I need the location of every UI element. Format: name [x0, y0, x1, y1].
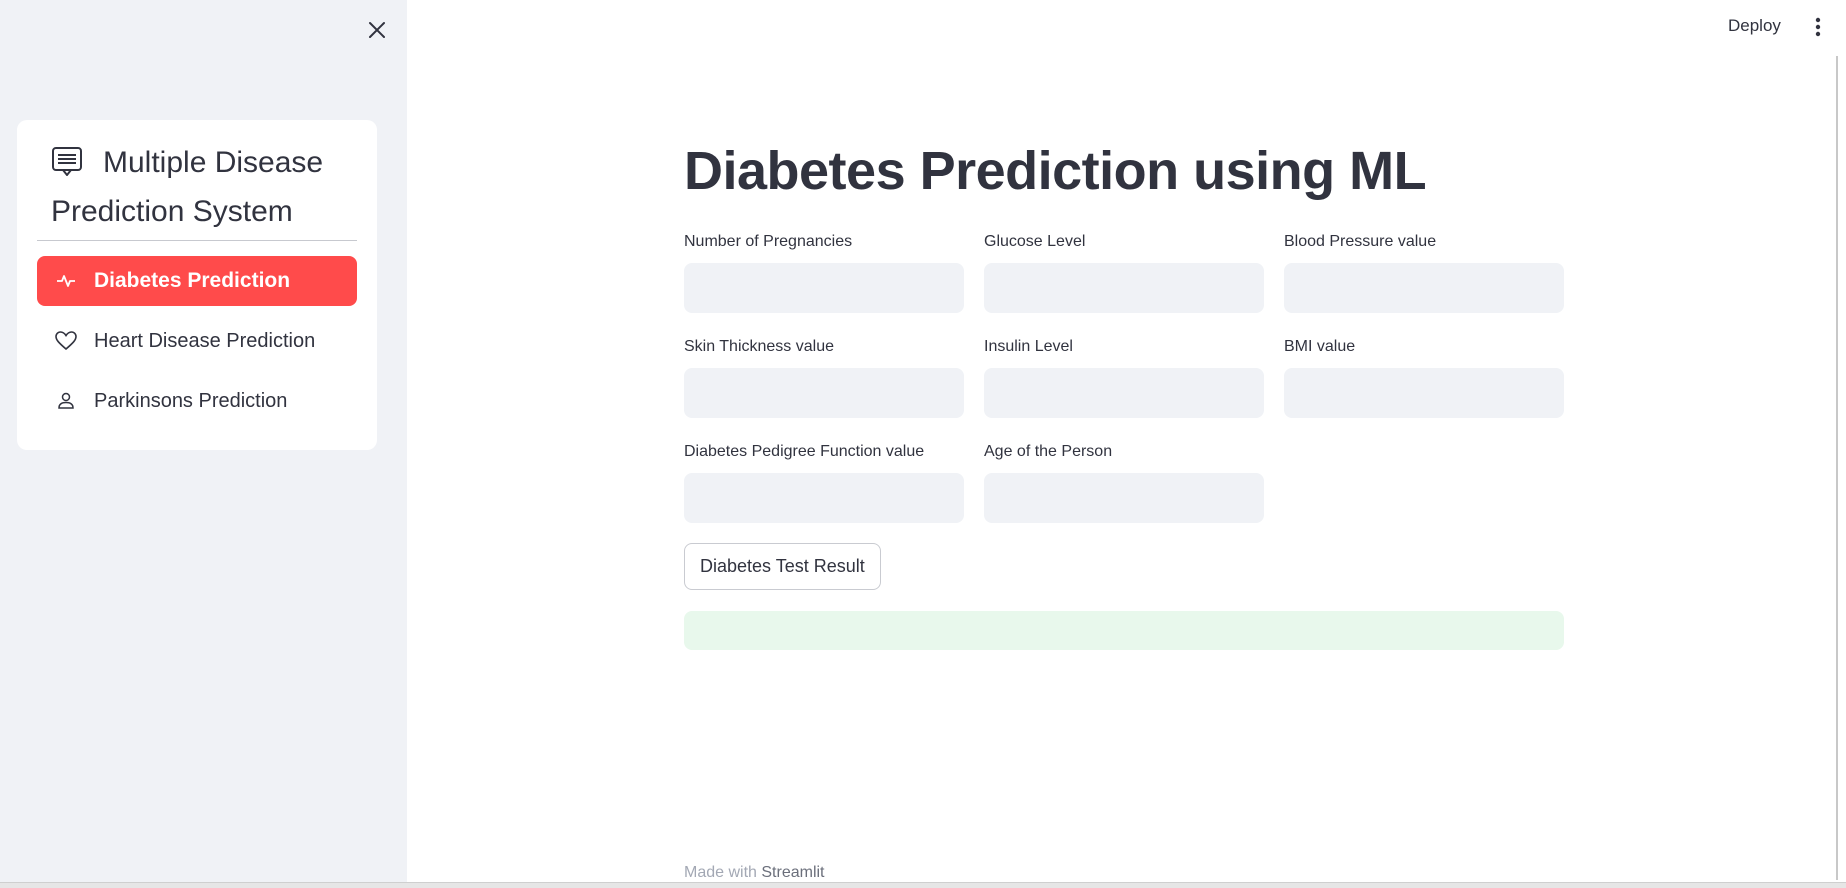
footer-prefix: Made with	[684, 864, 757, 881]
age-input[interactable]	[984, 473, 1264, 523]
nav-item-label: Heart Disease Prediction	[94, 329, 316, 352]
insulin-input[interactable]	[984, 368, 1264, 418]
nav-item-diabetes[interactable]: Diabetes Prediction	[37, 256, 357, 306]
blood-pressure-input[interactable]	[1284, 263, 1564, 313]
skin-thickness-label: Skin Thickness value	[684, 338, 834, 355]
menu-title-text: Multiple Disease Prediction System	[51, 146, 324, 228]
heart-icon	[55, 330, 77, 352]
skin-thickness-input[interactable]	[684, 368, 964, 418]
streamlit-link[interactable]: Streamlit	[761, 864, 824, 881]
deploy-button[interactable]: Deploy	[1720, 12, 1789, 40]
nav-item-label: Diabetes Prediction	[94, 269, 291, 292]
result-success-box	[684, 611, 1564, 650]
pregnancies-label: Number of Pregnancies	[684, 233, 853, 250]
pregnancies-input[interactable]	[684, 263, 964, 313]
footer: Made with Streamlit	[684, 864, 825, 882]
bmi-label: BMI value	[1284, 338, 1356, 355]
activity-icon	[55, 270, 77, 292]
person-icon	[55, 390, 77, 412]
app-root: Multiple Disease Prediction System Diabe…	[0, 0, 1846, 888]
sidebar: Multiple Disease Prediction System Diabe…	[0, 0, 407, 888]
pedigree-label: Diabetes Pedigree Function value	[684, 443, 925, 460]
insulin-label: Insulin Level	[984, 338, 1073, 355]
more-vertical-icon	[1815, 17, 1821, 37]
nav-item-parkinsons[interactable]: Parkinsons Prediction	[37, 376, 357, 426]
close-sidebar-button[interactable]	[363, 16, 391, 44]
pedigree-input[interactable]	[684, 473, 964, 523]
bmi-input[interactable]	[1284, 368, 1564, 418]
nav-item-heart-disease[interactable]: Heart Disease Prediction	[37, 316, 357, 366]
close-icon	[369, 22, 385, 38]
glucose-input[interactable]	[984, 263, 1264, 313]
page-title: Diabetes Prediction using ML	[684, 141, 1427, 201]
cast-icon	[51, 144, 83, 189]
nav-item-label: Parkinsons Prediction	[94, 389, 288, 412]
blood-pressure-label: Blood Pressure value	[1284, 233, 1437, 250]
glucose-label: Glucose Level	[984, 233, 1086, 250]
diabetes-test-result-button[interactable]: Diabetes Test Result	[684, 543, 881, 590]
option-menu: Multiple Disease Prediction System Diabe…	[17, 120, 377, 450]
menu-divider	[37, 240, 357, 241]
scrollbar[interactable]	[1836, 56, 1846, 880]
window-bottom-edge	[0, 882, 1846, 888]
age-label: Age of the Person	[984, 443, 1113, 460]
main-menu-button[interactable]	[1808, 12, 1828, 42]
menu-title: Multiple Disease Prediction System	[51, 140, 351, 234]
